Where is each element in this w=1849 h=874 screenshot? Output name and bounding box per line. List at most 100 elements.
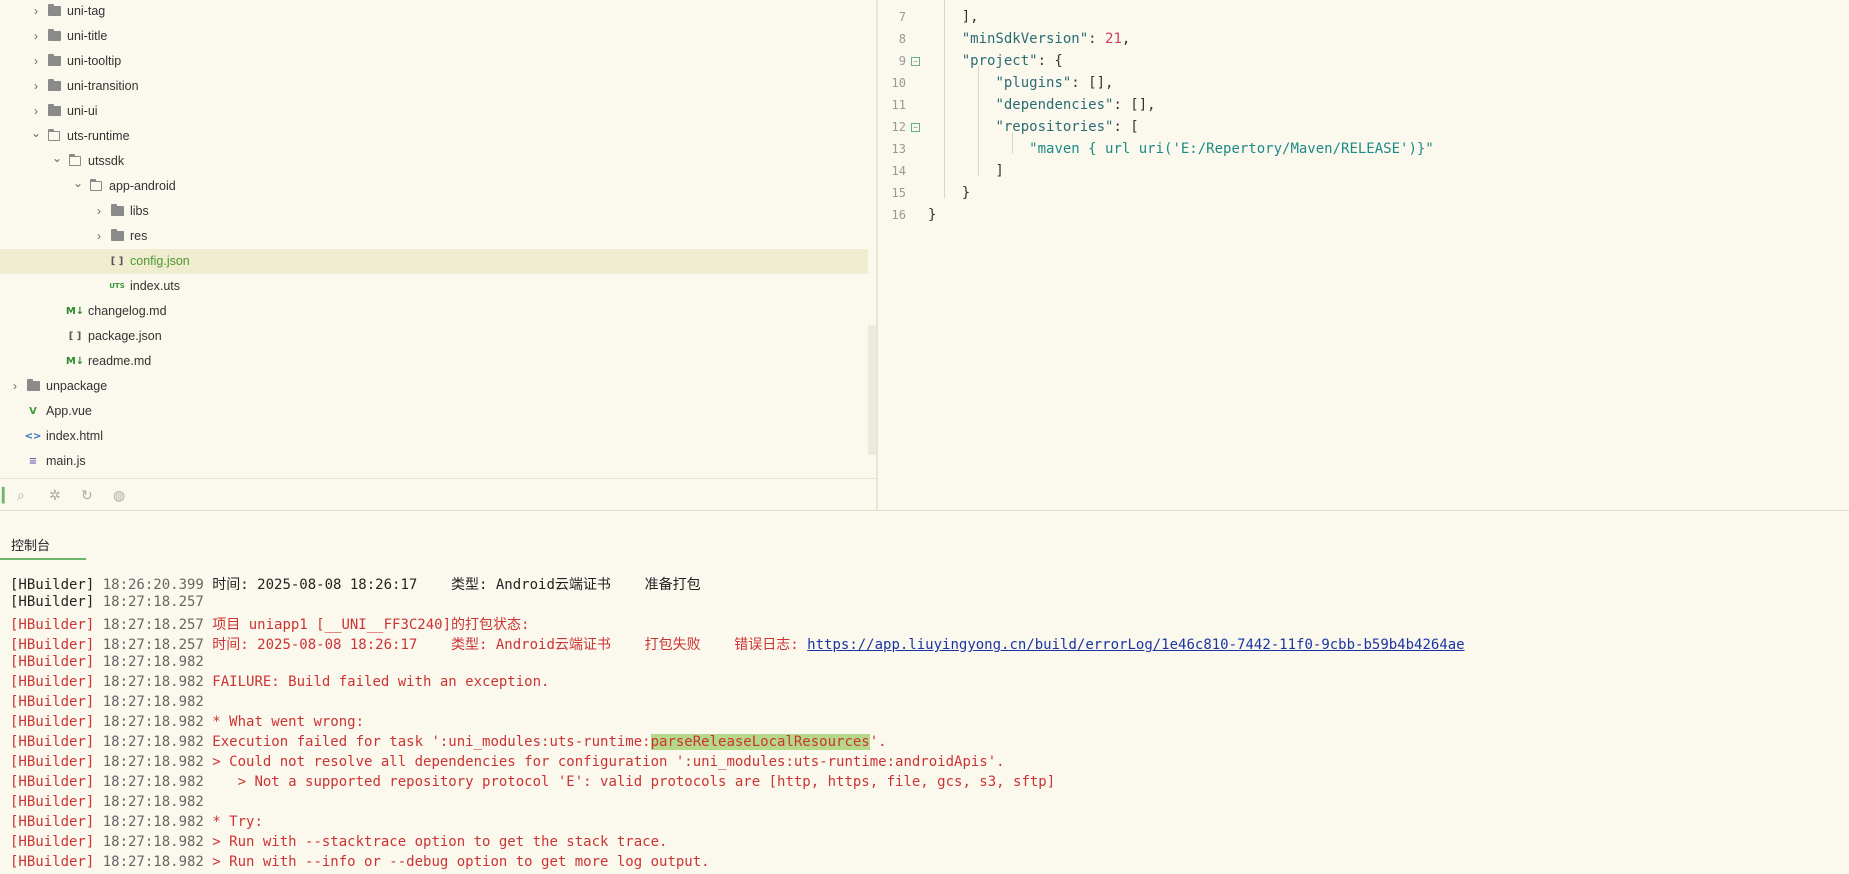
code-text: ] <box>928 163 1004 179</box>
code-text: "maven { url uri('E:/Repertory/Maven/REL… <box>1029 141 1434 157</box>
uts-file-icon: UTS <box>109 282 125 290</box>
folder-icon <box>89 179 103 192</box>
console-line: [HBuilder] 18:27:18.982 * What went wron… <box>10 714 365 730</box>
tree-item-label: uni-title <box>67 29 108 43</box>
chevron-right-icon[interactable]: › <box>29 29 43 43</box>
tree-item[interactable]: [ ] config.json <box>0 249 868 274</box>
code-text: "repositories": [ <box>995 119 1139 135</box>
code-text: } <box>928 207 937 223</box>
code-line: 13 "maven { url uri('E:/Repertory/Maven/… <box>878 139 1849 161</box>
tree-item-label: index.html <box>46 429 103 443</box>
tree-item[interactable]: ⌄ utssdk <box>0 149 868 174</box>
tree-item[interactable]: › uni-transition <box>0 74 868 99</box>
tree-item[interactable]: › res <box>0 224 868 249</box>
folder-icon <box>47 54 61 67</box>
console-line: [HBuilder] 18:27:18.982 <box>10 794 213 810</box>
chevron-down-icon[interactable]: ⌄ <box>29 126 43 140</box>
tree-item[interactable]: V App.vue <box>0 399 868 424</box>
console-line: [HBuilder] 18:27:18.982 <box>10 654 213 670</box>
tree-item-label: app-android <box>109 179 176 193</box>
fold-toggle-icon[interactable]: − <box>911 57 920 66</box>
console-output[interactable]: [HBuilder] 18:26:20.399 时间: 2025-08-08 1… <box>0 574 1849 874</box>
tree-item-label: index.uts <box>130 279 181 293</box>
tree-item-label: App.vue <box>46 404 92 418</box>
code-text: ], <box>928 9 979 25</box>
console-tab-label: 控制台 <box>11 538 51 553</box>
tree-item-label: package.json <box>88 329 162 343</box>
tree-item-label: utssdk <box>88 154 125 168</box>
folder-icon <box>68 154 82 167</box>
code-editor[interactable]: 7 ], 8 "minSdkVersion": 21, 9− "project": … <box>878 0 1849 510</box>
search-highlight: parseReleaseLocalResources <box>650 734 870 750</box>
error-log-link[interactable]: https://app.liuyingyong.cn/build/errorLo… <box>807 637 1464 653</box>
tree-item-label: changelog.md <box>88 304 167 318</box>
chevron-down-icon[interactable]: ⌄ <box>50 151 64 165</box>
md-file-icon: M↓ <box>65 355 85 367</box>
folder-icon <box>110 229 124 242</box>
json-file-icon: [ ] <box>68 330 82 342</box>
toolbar-indicator-icon: ▎ <box>2 487 13 503</box>
refresh-icon[interactable]: ↻ <box>81 487 93 504</box>
chevron-right-icon[interactable]: › <box>29 104 43 118</box>
html-file-icon: <> <box>24 430 42 442</box>
tree-item[interactable]: › uni-title <box>0 24 868 49</box>
tree-item-label: uts-runtime <box>67 129 130 143</box>
line-number: 12 <box>891 120 906 134</box>
palette-icon[interactable]: ◍ <box>113 487 125 504</box>
tree-item[interactable]: <> index.html <box>0 424 868 449</box>
md-file-icon: M↓ <box>65 305 85 317</box>
chevron-right-icon[interactable]: › <box>8 379 22 393</box>
tree-item[interactable]: ≡ main.js <box>0 449 868 474</box>
folder-icon <box>47 4 61 17</box>
chevron-right-icon[interactable]: › <box>92 229 106 243</box>
bug-icon[interactable]: ✲ <box>49 487 61 504</box>
tree-item[interactable]: UTS index.uts <box>0 274 868 299</box>
explorer-toolbar: ▎ ⌕ ✲ ↻ ◍ <box>0 478 876 511</box>
tree-item[interactable]: ⌄ uts-runtime <box>0 124 868 149</box>
console-header: 控制台 <box>0 526 1849 560</box>
code-text: "project": { <box>961 53 1063 69</box>
tab-console[interactable]: 控制台 <box>0 526 86 560</box>
console-line: [HBuilder] 18:26:20.399 时间: 2025-08-08 1… <box>10 577 701 593</box>
line-number: 15 <box>891 186 906 200</box>
explorer-scrollbar[interactable] <box>868 325 876 455</box>
tree-item[interactable]: › uni-ui <box>0 99 868 124</box>
console-line: [HBuilder] 18:27:18.982 > Run with --inf… <box>10 854 710 870</box>
chevron-right-icon[interactable]: › <box>29 54 43 68</box>
console-divider[interactable] <box>0 510 1849 511</box>
tree-item-label: res <box>130 229 148 243</box>
chevron-down-icon[interactable]: ⌄ <box>71 176 85 190</box>
tree-item[interactable]: › unpackage <box>0 374 868 399</box>
console-line: [HBuilder] 18:27:18.982 <box>10 694 213 710</box>
tree-item[interactable]: [ ] package.json <box>0 324 868 349</box>
chevron-right-icon[interactable]: › <box>29 4 43 18</box>
tree-item-label: uni-transition <box>67 79 139 93</box>
chevron-right-icon[interactable]: › <box>92 204 106 218</box>
code-line: 16} <box>878 205 1849 227</box>
code-text: "minSdkVersion": 21, <box>961 31 1131 47</box>
console-line: [HBuilder] 18:27:18.257 时间: 2025-08-08 1… <box>10 637 1465 653</box>
line-number: 14 <box>891 164 906 178</box>
js-file-icon: ≡ <box>28 455 38 467</box>
console-line: [HBuilder] 18:27:18.982 FAILURE: Build f… <box>10 674 550 690</box>
console-line: [HBuilder] 18:27:18.257 <box>10 594 213 610</box>
folder-icon <box>26 379 40 392</box>
chevron-right-icon[interactable]: › <box>29 79 43 93</box>
code-line: 14 ] <box>878 161 1849 183</box>
project-explorer: › uni-tag › uni-title › uni-tooltip › uni-trans… <box>0 0 876 510</box>
tree-item[interactable]: › uni-tooltip <box>0 49 868 74</box>
tree-item[interactable]: M↓ changelog.md <box>0 299 868 324</box>
tree-item[interactable]: ⌄ app-android <box>0 174 868 199</box>
code-line: 9− "project": { <box>878 51 1849 73</box>
code-line: 7 ], <box>878 7 1849 29</box>
folder-icon <box>47 129 61 142</box>
tree-item[interactable]: M↓ readme.md <box>0 349 868 374</box>
tree-item[interactable]: › libs <box>0 199 868 224</box>
line-number: 13 <box>891 142 906 156</box>
binoculars-icon[interactable]: ⌕ <box>17 487 25 504</box>
tree-item[interactable]: › uni-tag <box>0 0 868 24</box>
fold-toggle-icon[interactable]: − <box>911 123 920 132</box>
console-line: [HBuilder] 18:27:18.982 > Could not reso… <box>10 754 1005 770</box>
folder-icon <box>47 29 61 42</box>
console-line: [HBuilder] 18:27:18.982 > Not a supporte… <box>10 774 1056 790</box>
